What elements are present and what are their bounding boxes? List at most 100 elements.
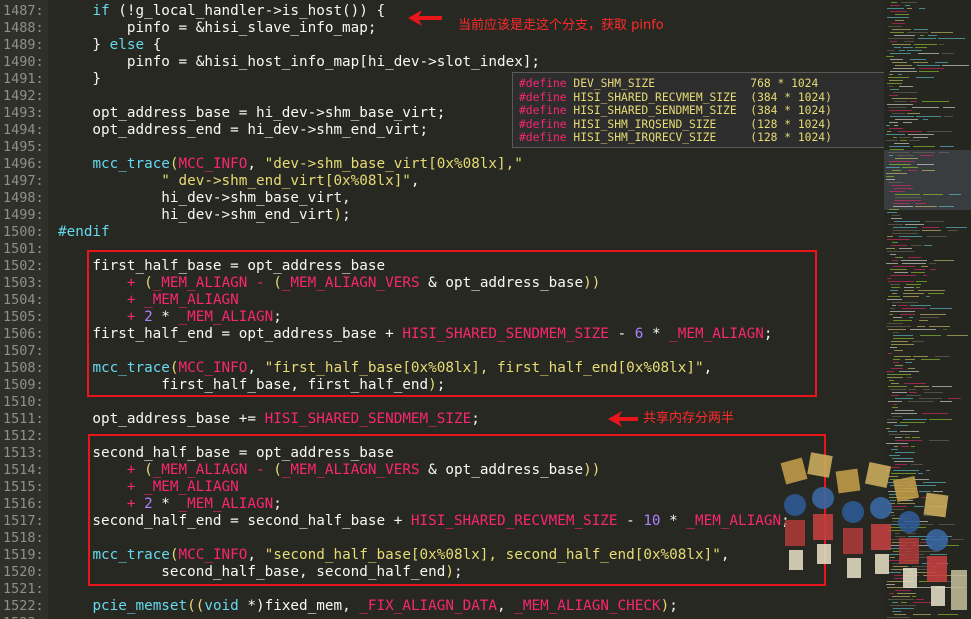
- minimap-line: [886, 371, 894, 372]
- minimap-line: [892, 44, 911, 45]
- minimap-line: [892, 98, 917, 99]
- code-line[interactable]: 1500: #endif: [0, 224, 884, 241]
- code-line[interactable]: 1490: pinfo = &hisi_host_info_map[hi_dev…: [0, 54, 884, 71]
- minimap-line: [902, 167, 918, 168]
- code-token: else: [109, 37, 145, 53]
- minimap-line: [929, 263, 936, 264]
- minimap-line: [920, 314, 946, 315]
- code-token: MCC_INFO: [178, 156, 248, 172]
- minimap-line: [919, 68, 944, 69]
- code-token: ((: [187, 598, 205, 614]
- minimap-line: [893, 338, 914, 339]
- minimap-line: [890, 116, 914, 117]
- code-token: pcie_memset: [92, 598, 188, 614]
- code-token: hi_dev->shm_end_virt: [58, 207, 334, 223]
- minimap-line: [888, 107, 906, 108]
- minimap-line: [921, 266, 928, 267]
- code-line[interactable]: 1487: if (!g_local_handler->is_host()) {: [0, 3, 884, 20]
- minimap-line: [899, 236, 922, 237]
- minimap-line: [906, 284, 921, 285]
- minimap-line: [919, 320, 928, 321]
- minimap-line: [929, 440, 949, 441]
- code-line[interactable]: 1523:: [0, 615, 884, 619]
- define-keyword: #define: [519, 90, 574, 104]
- minimap-line: [891, 383, 899, 384]
- arrow-left-icon: [608, 411, 638, 427]
- line-number: 1504:: [3, 292, 44, 308]
- minimap-line: [889, 128, 903, 129]
- minimap-line: [890, 308, 895, 309]
- minimap-line: [908, 134, 934, 135]
- minimap-line: [889, 434, 910, 435]
- minimap-line: [891, 287, 900, 288]
- code-token: #endif: [58, 224, 110, 240]
- minimap-line: [929, 419, 952, 420]
- minimap-line: [948, 230, 958, 231]
- code-line[interactable]: 1511: opt_address_base += HISI_SHARED_SE…: [0, 411, 884, 428]
- minimap-line: [893, 68, 915, 69]
- line-number: 1512:: [3, 428, 44, 444]
- define-entry: #define DEV_SHM_SIZE 768 * 1024: [519, 77, 889, 91]
- minimap-line: [894, 200, 921, 201]
- code-line[interactable]: 1522: pcie_memset((void *)fixed_mem, _FI…: [0, 598, 884, 615]
- minimap-line: [899, 137, 910, 138]
- minimap-line: [890, 311, 915, 312]
- code-line[interactable]: 1498: hi_dev->shm_base_virt,: [0, 190, 884, 207]
- define-value: (128 * 1024): [750, 131, 832, 144]
- minimap-line: [891, 344, 914, 345]
- define-value: 768 * 1024: [750, 77, 819, 90]
- minimap-line: [919, 8, 925, 9]
- line-number: 1521:: [3, 581, 44, 597]
- minimap-line: [917, 326, 925, 327]
- minimap-line: [892, 233, 918, 234]
- code-line[interactable]: 1489: } else {: [0, 37, 884, 54]
- line-number: 1510:: [3, 394, 44, 410]
- code-line[interactable]: 1499: hi_dev->shm_end_virt);: [0, 207, 884, 224]
- minimap-line: [886, 248, 895, 249]
- minimap-line: [907, 50, 922, 51]
- minimap-line: [907, 32, 928, 33]
- highlight-box-first-half: [87, 250, 817, 397]
- minimap-line: [895, 65, 912, 66]
- line-number: 1487:: [3, 3, 44, 19]
- minimap-line: [887, 17, 909, 18]
- minimap-line: [921, 359, 940, 360]
- minimap-line: [892, 407, 898, 408]
- minimap-line: [914, 386, 929, 387]
- minimap-line: [932, 386, 952, 387]
- minimap-line: [901, 260, 927, 261]
- minimap-line: [892, 293, 897, 294]
- minimap-line: [900, 140, 907, 141]
- annotation-note-shared-memory: 共享内存分两半: [643, 411, 735, 426]
- line-number: 1489:: [3, 37, 44, 53]
- minimap-line: [891, 218, 902, 219]
- minimap-line: [889, 74, 893, 75]
- minimap-line: [887, 104, 913, 105]
- minimap-line: [890, 59, 903, 60]
- line-number: 1507:: [3, 343, 44, 359]
- minimap-line: [890, 347, 897, 348]
- code-line[interactable]: 1497: " dev->shm_end_virt[0x%08lx]",: [0, 173, 884, 190]
- minimap-line: [890, 5, 900, 6]
- minimap-line: [893, 404, 897, 405]
- minimap-line: [892, 215, 900, 216]
- define-name: HISI_SHM_IRQSEND_SIZE: [573, 117, 751, 131]
- arrow-left-icon: [408, 10, 442, 26]
- line-number: 1500:: [3, 224, 44, 240]
- minimap-line: [939, 44, 944, 45]
- code-token: (!g_local_handler->is_host()) {: [109, 3, 386, 19]
- minimap-viewport[interactable]: [884, 150, 971, 210]
- minimap-line: [889, 314, 893, 315]
- minimap-line: [923, 194, 943, 195]
- minimap-line: [925, 221, 944, 222]
- minimap-line: [892, 416, 902, 417]
- code-line[interactable]: 1496: mcc_trace(MCC_INFO, "dev->shm_base…: [0, 156, 884, 173]
- code-token: opt_address_base = hi_dev->shm_base_virt…: [58, 105, 446, 121]
- minimap-line: [923, 119, 928, 120]
- define-entry: #define HISI_SHM_IRQSEND_SIZE (128 * 102…: [519, 118, 889, 132]
- code-token: {: [144, 37, 162, 53]
- code-line[interactable]: 1488: pinfo = &hisi_slave_info_map;: [0, 20, 884, 37]
- minimap-line: [901, 2, 917, 3]
